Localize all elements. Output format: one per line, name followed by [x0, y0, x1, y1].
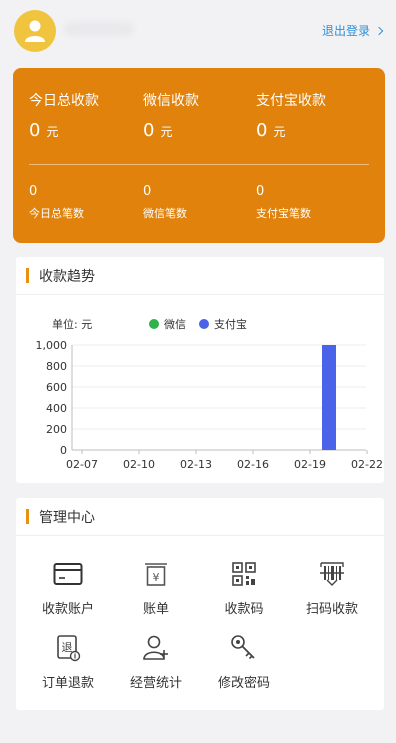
y-tick-label: 0 [60, 444, 67, 457]
stat-total: 今日总收款 0元 [29, 90, 99, 141]
accent-bar [26, 509, 29, 524]
legend-label: 微信 [164, 317, 186, 331]
menu-bill[interactable]: ¥ 账单 [116, 560, 196, 617]
stat-label: 今日总收款 [29, 93, 99, 109]
stat-alipay: 支付宝收款 0元 [256, 90, 326, 141]
accent-bar [26, 268, 29, 283]
y-tick-label: 600 [46, 381, 67, 394]
stat-value: 0元 [256, 120, 286, 141]
trend-panel: 收款趋势 单位: 元 微信 支付宝 0 200 400 600 800 1,000 02-07 02… [16, 257, 384, 483]
stat-wechat: 微信收款 0元 [143, 90, 199, 141]
menu-payment-code[interactable]: 收款码 [204, 560, 284, 617]
legend-marker [199, 319, 209, 329]
trend-chart: 单位: 元 微信 支付宝 0 200 400 600 800 1,000 02-07 02-10 02… [16, 297, 384, 483]
menu-label: 修改密码 [217, 676, 270, 691]
user-stats-icon [143, 635, 168, 660]
menu-label: 收款码 [224, 602, 264, 617]
key-icon [231, 635, 255, 660]
summary-card: 今日总收款 0元 微信收款 0元 支付宝收款 0元 0 今日总笔数 0 微信笔数… [13, 68, 385, 243]
header: 退出登录 [0, 0, 396, 62]
stat-label: 微信收款 [143, 93, 199, 109]
count-value: 0 [256, 184, 265, 199]
menu-business-stats[interactable]: 经营统计 [116, 634, 196, 691]
qr-code-icon [232, 562, 256, 586]
legend-marker [149, 319, 159, 329]
chart-unit-label: 单位: 元 [52, 317, 92, 331]
stat-value: 0元 [29, 120, 59, 141]
y-tick-label: 1,000 [36, 339, 68, 352]
y-tick-label: 800 [46, 360, 67, 373]
management-header: 管理中心 [16, 498, 384, 536]
count-label: 微信笔数 [143, 207, 187, 220]
count-wechat: 0 微信笔数 [143, 184, 187, 221]
management-title: 管理中心 [39, 509, 95, 526]
chevron-right-icon [374, 26, 384, 35]
count-value: 0 [29, 184, 38, 199]
svg-text:¥: ¥ [153, 571, 160, 584]
count-label: 今日总笔数 [29, 207, 84, 220]
menu-label: 订单退款 [41, 676, 94, 691]
logout-link[interactable]: 退出登录 [321, 22, 384, 39]
menu-label: 扫码收款 [305, 602, 358, 617]
menu-label: 收款账户 [41, 602, 94, 617]
card-divider [29, 164, 369, 165]
trend-header: 收款趋势 [16, 257, 384, 295]
logout-label: 退出登录 [321, 24, 370, 38]
menu-order-refund[interactable]: 退 订单退款 [28, 634, 108, 691]
x-tick-label: 02-19 [294, 458, 326, 471]
trend-chart-svg: 单位: 元 微信 支付宝 0 200 400 600 800 1,000 02-07 02-10 02… [36, 317, 383, 471]
x-tick-label: 02-13 [180, 458, 212, 471]
count-total: 0 今日总笔数 [29, 184, 84, 221]
y-tick-label: 200 [46, 423, 67, 436]
management-panel: 管理中心 收款账户 ¥ 账单 收款码 扫码收款 退 订单退款 经营统计 修改密码 [16, 498, 384, 710]
count-value: 0 [143, 184, 152, 199]
count-label: 支付宝笔数 [256, 207, 311, 220]
avatar[interactable] [14, 10, 56, 52]
blurred-username [64, 22, 134, 36]
barcode-scan-icon [320, 562, 344, 586]
menu-change-password[interactable]: 修改密码 [204, 634, 284, 691]
menu-label: 账单 [142, 602, 169, 617]
legend-label: 支付宝 [214, 317, 247, 331]
bar [322, 345, 336, 450]
svg-text:退: 退 [62, 641, 73, 654]
x-tick-label: 02-10 [123, 458, 155, 471]
x-tick-label: 02-22 [351, 458, 383, 471]
x-tick-label: 02-16 [237, 458, 269, 471]
stat-label: 支付宝收款 [256, 93, 326, 109]
menu-scan-pay[interactable]: 扫码收款 [292, 560, 372, 617]
stat-value: 0元 [143, 120, 173, 141]
count-alipay: 0 支付宝笔数 [256, 184, 311, 221]
menu-label: 经营统计 [129, 676, 182, 691]
menu-payment-account[interactable]: 收款账户 [28, 560, 108, 617]
y-tick-label: 400 [46, 402, 67, 415]
bill-icon: ¥ [145, 563, 167, 586]
x-tick-label: 02-07 [66, 458, 98, 471]
trend-title: 收款趋势 [39, 268, 95, 285]
card-icon [53, 563, 83, 585]
refund-icon: 退 [57, 635, 81, 662]
user-icon [25, 20, 45, 42]
